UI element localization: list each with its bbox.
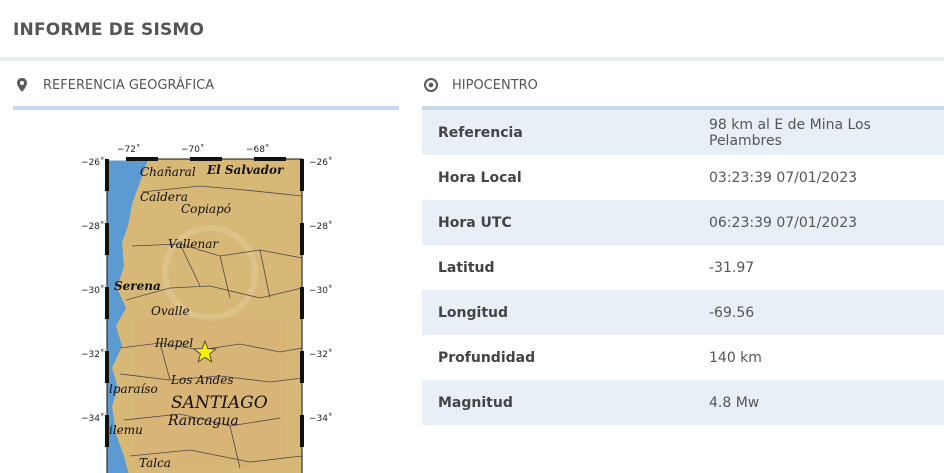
place-label: Rancagua bbox=[167, 413, 239, 429]
place-label: Copiapó bbox=[181, 202, 231, 216]
row-value-local-time: 03:23:39 07/01/2023 bbox=[709, 169, 858, 186]
map-pin-icon bbox=[14, 77, 30, 93]
lon-tick: −70˚ bbox=[181, 144, 205, 155]
row-label-reference: Referencia bbox=[438, 124, 523, 141]
place-label: Chañaral bbox=[140, 165, 196, 179]
row-label-utc-time: Hora UTC bbox=[438, 214, 512, 231]
lat-tick-right: −32˚ bbox=[309, 349, 333, 360]
table-row: Latitud -31.97 bbox=[422, 245, 944, 290]
table-row: Referencia 98 km al E de Mina Los Pelamb… bbox=[422, 110, 944, 155]
row-value-longitude: -69.56 bbox=[709, 304, 755, 321]
lon-tick: −68˚ bbox=[246, 144, 270, 155]
row-label-magnitude: Magnitud bbox=[438, 394, 513, 411]
place-label: ilemu bbox=[109, 423, 143, 437]
geo-reference-header: REFERENCIA GEOGRÁFICA bbox=[14, 76, 214, 94]
place-label: SANTIAGO bbox=[171, 393, 268, 413]
place-label: Talca bbox=[139, 456, 171, 470]
row-value-depth: 140 km bbox=[709, 349, 762, 366]
lat-tick-right: −28˚ bbox=[309, 221, 333, 232]
hypocenter-table: Referencia 98 km al E de Mina Los Pelamb… bbox=[422, 110, 944, 425]
geo-reference-divider bbox=[13, 106, 399, 110]
table-row: Magnitud 4.8 Mw bbox=[422, 380, 944, 425]
place-label: lparaíso bbox=[109, 382, 158, 396]
geo-reference-title: REFERENCIA GEOGRÁFICA bbox=[43, 77, 215, 93]
lat-tick-left: −34˚ bbox=[81, 413, 105, 424]
place-label: El Salvador bbox=[206, 163, 285, 177]
hypocenter-title: HIPOCENTRO bbox=[452, 77, 538, 93]
table-row: Hora UTC 06:23:39 07/01/2023 bbox=[422, 200, 944, 245]
row-label-longitude: Longitud bbox=[438, 304, 509, 321]
earthquake-map: −72˚ −70˚ −68˚ −26˚ −28˚ −30˚ −32˚ −34˚ … bbox=[60, 138, 360, 473]
place-label: Vallenar bbox=[168, 237, 219, 251]
page-title: INFORME DE SISMO bbox=[13, 20, 205, 40]
lat-tick-left: −28˚ bbox=[81, 221, 105, 232]
lat-tick-right: −34˚ bbox=[309, 413, 333, 424]
target-icon bbox=[423, 77, 439, 93]
lat-tick-right: −30˚ bbox=[309, 285, 333, 296]
place-label: Serena bbox=[114, 279, 161, 293]
row-value-reference: 98 km al E de Mina Los Pelambres bbox=[709, 116, 871, 149]
place-label: Illapel bbox=[154, 336, 193, 350]
lat-tick-left: −30˚ bbox=[81, 285, 105, 296]
row-label-latitude: Latitud bbox=[438, 259, 495, 276]
table-row: Longitud -69.56 bbox=[422, 290, 944, 335]
lat-tick-left: −26˚ bbox=[81, 157, 105, 168]
title-divider bbox=[0, 57, 944, 61]
place-label: Ovalle bbox=[151, 304, 190, 318]
lat-tick-left: −32˚ bbox=[81, 349, 105, 360]
lon-tick: −72˚ bbox=[117, 144, 141, 155]
hypocenter-header: HIPOCENTRO bbox=[423, 76, 538, 94]
lat-tick-right: −26˚ bbox=[309, 157, 333, 168]
row-label-local-time: Hora Local bbox=[438, 169, 522, 186]
place-label: Los Andes bbox=[170, 373, 234, 387]
row-value-latitude: -31.97 bbox=[709, 259, 755, 276]
row-value-utc-time: 06:23:39 07/01/2023 bbox=[709, 214, 858, 231]
row-value-magnitude: 4.8 Mw bbox=[709, 394, 760, 411]
table-row: Profundidad 140 km bbox=[422, 335, 944, 380]
row-label-depth: Profundidad bbox=[438, 349, 536, 366]
table-row: Hora Local 03:23:39 07/01/2023 bbox=[422, 155, 944, 200]
